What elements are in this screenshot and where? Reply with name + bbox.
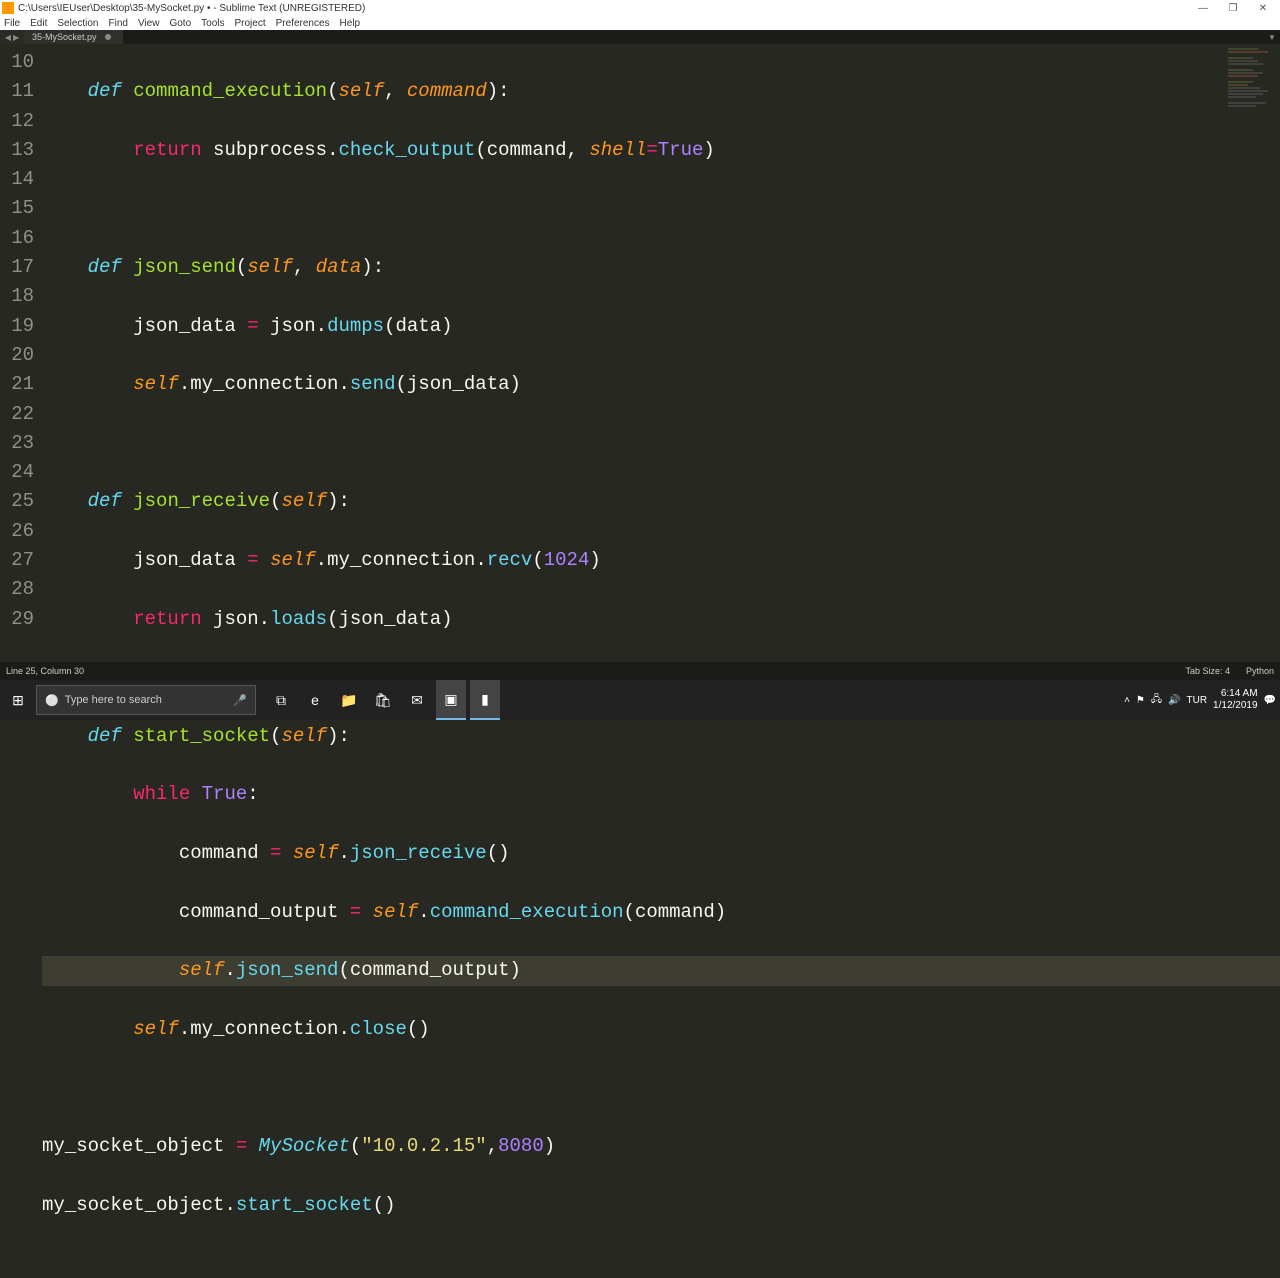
code-area[interactable]: 1011121314151617181920212223242526272829… xyxy=(0,44,1280,1278)
mic-icon[interactable]: 🎤 xyxy=(233,694,247,707)
tab-dirty-icon[interactable] xyxy=(105,34,111,40)
status-position: Line 25, Column 30 xyxy=(6,666,1185,676)
search-box[interactable]: ⚪ Type here to search 🎤 xyxy=(36,685,256,715)
close-button[interactable]: ✕ xyxy=(1248,0,1278,16)
tray-up-icon[interactable]: ˄ xyxy=(1124,695,1130,706)
menu-help[interactable]: Help xyxy=(340,18,361,29)
minimize-button[interactable]: — xyxy=(1188,0,1218,16)
menu-project[interactable]: Project xyxy=(235,18,266,29)
search-placeholder: Type here to search xyxy=(65,694,162,706)
menu-tools[interactable]: Tools xyxy=(201,18,224,29)
menu-find[interactable]: Find xyxy=(109,18,128,29)
store-icon[interactable]: 🛍 xyxy=(368,680,398,720)
tab-label: 35-MySocket.py xyxy=(32,32,97,42)
start-button[interactable]: ⊞ xyxy=(0,680,36,720)
menu-preferences[interactable]: Preferences xyxy=(276,18,330,29)
edge-icon[interactable]: e xyxy=(300,680,330,720)
menu-bar: File Edit Selection Find View Goto Tools… xyxy=(0,16,1280,30)
tray-lang[interactable]: TUR xyxy=(1186,695,1207,706)
editor: ◀▶ 35-MySocket.py ▼ 10111213141516171819… xyxy=(0,30,1280,684)
sublime-icon[interactable]: ▣ xyxy=(436,680,466,720)
menu-edit[interactable]: Edit xyxy=(30,18,47,29)
menu-view[interactable]: View xyxy=(138,18,160,29)
status-tab-size[interactable]: Tab Size: 4 xyxy=(1185,666,1230,676)
mail-icon[interactable]: ✉ xyxy=(402,680,432,720)
menu-goto[interactable]: Goto xyxy=(169,18,191,29)
status-bar: Line 25, Column 30 Tab Size: 4 Python xyxy=(0,662,1280,680)
minimap[interactable] xyxy=(1228,48,1278,648)
status-syntax[interactable]: Python xyxy=(1246,666,1274,676)
search-icon: ⚪ xyxy=(45,694,59,707)
terminal-icon[interactable]: ▮ xyxy=(470,680,500,720)
tray-clock[interactable]: 6:14 AM 1/12/2019 xyxy=(1213,688,1258,712)
explorer-icon[interactable]: 📁 xyxy=(334,680,364,720)
tray-flag-icon[interactable]: ⚑ xyxy=(1136,695,1145,706)
tab-dropdown[interactable]: ▼ xyxy=(1264,33,1280,42)
taskbar: ⊞ ⚪ Type here to search 🎤 ⧉ e 📁 🛍 ✉ ▣ ▮ … xyxy=(0,680,1280,720)
tray-volume-icon[interactable]: 🔊 xyxy=(1168,695,1180,706)
window-title: C:\Users\IEUser\Desktop\35-MySocket.py •… xyxy=(18,3,1188,14)
tab-bar: ◀▶ 35-MySocket.py ▼ xyxy=(0,30,1280,44)
tab-nav[interactable]: ◀▶ xyxy=(0,30,24,44)
menu-selection[interactable]: Selection xyxy=(57,18,98,29)
tray-network-icon[interactable]: 🖧 xyxy=(1151,692,1162,709)
title-bar: C:\Users\IEUser\Desktop\35-MySocket.py •… xyxy=(0,0,1280,16)
maximize-button[interactable]: ❐ xyxy=(1218,0,1248,16)
app-icon xyxy=(2,2,14,14)
task-view-icon[interactable]: ⧉ xyxy=(266,680,296,720)
code-body[interactable]: def command_execution(self, command): re… xyxy=(42,44,1280,1278)
menu-file[interactable]: File xyxy=(4,18,20,29)
tray-notifications-icon[interactable]: 💬 xyxy=(1264,695,1276,706)
gutter: 1011121314151617181920212223242526272829 xyxy=(0,44,42,1278)
tab-file[interactable]: 35-MySocket.py xyxy=(24,30,123,44)
